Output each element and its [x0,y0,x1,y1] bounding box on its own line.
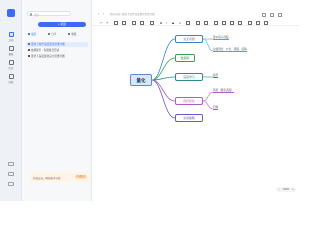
rail-item-documents[interactable]: 文档 [0,32,22,42]
link-icon[interactable] [222,21,226,25]
zoom-control: − 100% + [276,187,296,192]
toolbar: ↶ ↷ B I S A [92,20,300,26]
mindmap-branch-node[interactable]: 深度学习 [175,73,203,81]
trash-icon [8,74,14,79]
mindmap-canvas[interactable]: 量化 交叉问题 数据库 深度学习 风控优化 交易策略 量价因子选股 业绩预告、公… [92,27,300,201]
rail-item-label: 文档 [8,39,14,42]
clock-icon [28,33,31,36]
mindmap-branch-node[interactable]: 交叉问题 [175,35,203,43]
left-rail: 文档 模板 历史 回收 [0,0,22,201]
mindmap-branch-node[interactable]: 交易策略 [175,114,203,122]
mindmap-leaf-node[interactable]: 模型 [213,73,219,78]
mindmap-leaf-node[interactable]: 量价因子选股 [213,35,229,40]
rail-item-label: 历史 [8,67,14,70]
document-panel: 搜索 + 新建 最近 分享 收藏 量化下软件深度量化思维导图 技能提升 - 专题… [22,0,92,201]
bold-icon[interactable]: B [160,21,162,26]
tab-recent[interactable]: 最近 [28,32,36,37]
font-size-icon[interactable] [150,21,154,25]
history-icon [8,60,14,65]
upgrade-text: 升级会员，解锁更多功能 [33,176,61,180]
line-style-icon[interactable] [204,21,208,25]
settings-icon[interactable] [8,172,14,176]
strikethrough-icon[interactable]: S [172,21,174,26]
export-button[interactable] [270,12,274,17]
breadcrumb: 我的文档 / 量化下软件深度量化思维导图 [110,13,155,16]
note-icon[interactable] [230,21,234,25]
document-icon [8,32,14,37]
rail-item-label: 模板 [8,53,14,56]
tab-starred[interactable]: 收藏 [68,32,76,37]
theme-icon[interactable] [264,21,268,25]
mindmap-branch-node[interactable]: 风控优化 [175,97,203,105]
tab-label: 收藏 [71,33,77,36]
search-input[interactable]: 搜索 [27,11,71,17]
connector-line [151,38,176,81]
clear-format-icon[interactable] [122,21,126,25]
mindmap-root-node[interactable]: 量化 [130,74,152,86]
upgrade-banner: 升级会员，解锁更多功能 开通会员 [30,172,90,182]
mindmap-leaf-node[interactable]: 回测 [213,105,219,110]
file-icon [28,48,30,52]
file-icon [28,42,30,46]
top-bar: ‹ › 我的文档 / 量化下软件深度量化思维导图 ↶ ↷ B I S A [92,0,300,26]
font-color-icon[interactable]: A [179,21,181,26]
rail-item-history[interactable]: 历史 [0,60,22,70]
help-icon[interactable] [8,162,14,166]
document-list-item[interactable]: 技能提升 - 专题集合目录 [26,48,88,53]
connector-line [202,38,214,52]
zoom-in-button[interactable]: + [290,187,296,192]
search-placeholder: 搜索 [34,14,40,17]
rail-item-templates[interactable]: 模板 [0,46,22,56]
format-painter-icon[interactable] [114,21,118,25]
upgrade-button[interactable]: 开通会员 [75,175,87,179]
share-icon [48,33,51,36]
insert-child-icon[interactable] [132,21,136,25]
connector-line [151,57,176,81]
tab-label: 分享 [51,33,57,36]
document-list-item[interactable]: 量化下深度量化完全思维导图 [26,54,88,59]
insert-sibling-icon[interactable] [140,21,144,25]
search-icon [30,13,33,16]
rail-item-label: 回收 [8,81,14,84]
tab-label: 最近 [31,33,37,36]
panel-tabs: 最近 分享 收藏 [26,32,88,37]
image-icon[interactable] [214,21,218,25]
border-style-icon[interactable] [196,21,200,25]
share-button[interactable] [262,12,266,17]
app-logo [7,9,15,17]
document-title: 量化下软件深度量化思维导图 [31,43,65,46]
tag-icon[interactable] [238,21,242,25]
connector-line [202,91,214,102]
connector-line [151,79,176,102]
layout-icon[interactable] [256,21,260,25]
user-icon[interactable] [8,182,14,186]
more-icon[interactable] [278,12,282,17]
connector-line [151,79,176,119]
forward-icon[interactable]: › [103,12,104,17]
undo-icon[interactable]: ↶ [100,21,103,26]
zoom-level: 100% [282,188,290,191]
mindmap-leaf-node[interactable]: 业绩预告、公告、研报、舆情 [213,47,247,52]
rail-item-trash[interactable]: 回收 [0,74,22,84]
tab-shared[interactable]: 分享 [48,32,56,37]
new-document-button[interactable]: + 新建 [38,22,86,27]
redo-icon[interactable]: ↷ [106,21,109,26]
back-icon[interactable]: ‹ [98,12,99,17]
document-list-item[interactable]: 量化下软件深度量化思维导图 [26,42,88,47]
outline-icon[interactable] [248,21,252,25]
file-icon [28,54,30,58]
connector-line [202,100,214,110]
star-icon [68,33,71,36]
document-title: 技能提升 - 专题集合目录 [31,49,60,52]
italic-icon[interactable]: I [166,21,167,26]
mindmap-branch-node[interactable]: 数据库 [175,54,195,62]
fill-color-icon[interactable] [186,21,190,25]
document-title: 量化下深度量化完全思维导图 [31,55,65,58]
mindmap-leaf-node[interactable]: 风控（量化选股） [213,88,234,93]
title-row: ‹ › 我的文档 / 量化下软件深度量化思维导图 [92,12,300,17]
template-icon [8,46,14,51]
